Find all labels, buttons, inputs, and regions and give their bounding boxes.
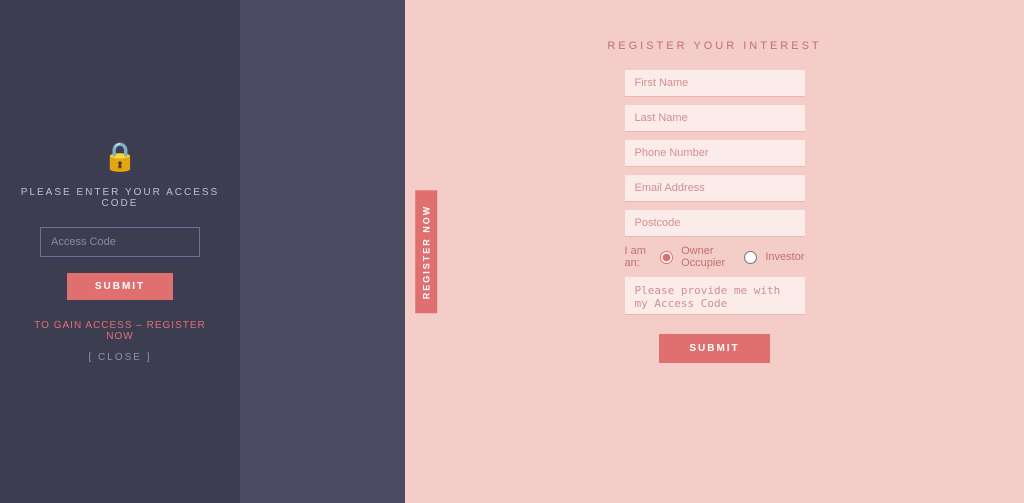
investor-label: Investor	[765, 251, 804, 263]
lastname-input[interactable]	[625, 105, 805, 132]
owner-occupier-radio[interactable]	[660, 251, 673, 264]
lock-icon: 🔒	[103, 140, 138, 173]
lastname-group	[625, 105, 805, 132]
firstname-group	[625, 70, 805, 97]
firstname-input[interactable]	[625, 70, 805, 97]
phone-group	[625, 140, 805, 167]
close-button[interactable]: [ CLOSE ]	[88, 352, 151, 363]
phone-input[interactable]	[625, 140, 805, 167]
email-input[interactable]	[625, 175, 805, 202]
postcode-input[interactable]	[625, 210, 805, 237]
register-title: REGISTER YOUR INTEREST	[607, 40, 821, 52]
iam-radio-group: I am an: Owner Occupier Investor	[625, 245, 805, 269]
access-code-textarea-group	[625, 277, 805, 320]
iam-label: I am an:	[625, 245, 653, 269]
left-panel: 🔒 PLEASE ENTER YOUR ACCESS CODE SUBMIT T…	[0, 0, 240, 503]
register-tab[interactable]: REGISTER NOW	[415, 190, 437, 313]
submit-access-button[interactable]: SUBMIT	[67, 273, 173, 300]
investor-radio[interactable]	[744, 251, 757, 264]
owner-occupier-label: Owner Occupier	[681, 245, 736, 269]
middle-panel	[240, 0, 405, 503]
access-code-input[interactable]	[40, 227, 200, 257]
access-title: PLEASE ENTER YOUR ACCESS CODE	[20, 187, 220, 209]
right-panel: REGISTER NOW REGISTER YOUR INTEREST I am…	[405, 0, 1024, 503]
access-code-textarea[interactable]	[625, 277, 805, 315]
submit-register-button[interactable]: SUBMIT	[659, 334, 769, 363]
gain-access-text: TO GAIN ACCESS – REGISTER NOW	[20, 320, 220, 342]
postcode-group	[625, 210, 805, 237]
email-group	[625, 175, 805, 202]
